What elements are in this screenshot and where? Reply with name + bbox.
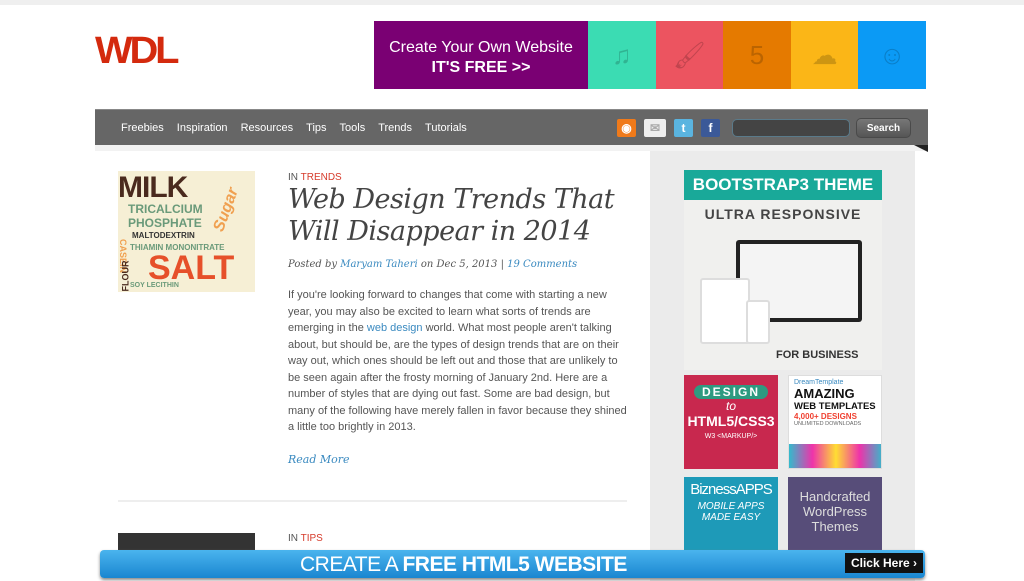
post-divider [118,500,627,502]
biznessapps-ad[interactable]: BiznessAPPS MOBILE APPS MADE EASY [684,477,778,550]
nav-trends[interactable]: Trends [378,122,412,134]
click-here-button[interactable]: Click Here › [845,553,923,573]
category-prefix: IN [288,172,298,183]
category-link[interactable]: TIPS [301,533,323,544]
ad-text: DESIGN [694,385,768,399]
ad-text: WEB TEMPLATES [794,401,876,412]
nav-tips[interactable]: Tips [306,122,326,134]
bottom-text-bold: FREE HTML5 WEBSITE [402,553,627,576]
banner-line2: IT'S FREE >> [431,59,531,76]
ad-text: 4,000+ DESIGNS [794,412,857,421]
cloud-icon: ☁ [790,21,859,89]
nav-tutorials[interactable]: Tutorials [425,122,467,134]
ad-text: to [725,399,736,413]
ad-text: W3 <MARKUP/> [704,433,758,440]
ad-text: MOBILE APPS [697,501,765,512]
read-more-link[interactable]: Read More [288,453,350,466]
bottom-banner-ad[interactable]: CREATE A FREE HTML5 WEBSITE Click Here › [100,550,925,578]
nav-fold [914,145,928,152]
bottom-text-light: CREATE A [300,553,403,576]
ad-subheader: ULTRA RESPONSIVE [704,206,862,222]
post-date: on Dec 5, 2013 | [420,259,504,270]
site-logo[interactable]: WDL [95,30,180,73]
ad-brand: DreamTemplate [794,379,844,386]
web-design-link[interactable]: web design [367,322,423,334]
bootstrap-theme-ad[interactable]: BOOTSTRAP3 THEME ULTRA RESPONSIVE FOR BU… [684,170,882,370]
thumb-word: MILK [118,171,188,204]
nav-inspiration[interactable]: Inspiration [177,122,228,134]
ad-footer: FOR BUSINESS [776,349,859,361]
html5-icon: 5 [723,21,791,89]
thumb-word: FLOUR [120,260,131,292]
top-strip [0,0,1024,5]
comments-link[interactable]: 19 Comments [507,259,577,270]
nav-freebies[interactable]: Freebies [121,122,164,134]
thumb-word: Sugar [210,185,242,235]
main-nav: Freebies Inspiration Resources Tips Tool… [95,109,928,145]
search-button[interactable]: Search [856,118,911,138]
header-banner-ad[interactable]: Create Your Own Website IT'S FREE >> ♫ 🖌… [374,21,926,89]
posted-by: Posted by [288,259,338,270]
design-to-html-ad[interactable]: DESIGN to HTML5/CSS3 W3 <MARKUP/> [684,375,778,469]
phone-image [746,300,770,344]
ad-header: BOOTSTRAP3 THEME [684,170,882,200]
thumb-word: MALTODEXTRIN [132,231,195,240]
ad-brand: BiznessAPPS [690,481,773,498]
dreamtemplate-ad[interactable]: DreamTemplate AMAZING WEB TEMPLATES 4,00… [788,375,882,469]
chevron-right-icon: › [909,556,918,570]
post-excerpt: If you're looking forward to changes tha… [288,287,628,436]
ad-text: HTML5/CSS3 [687,413,775,429]
search-input[interactable] [732,119,850,137]
twitter-icon[interactable]: t [674,119,693,137]
facebook-icon[interactable]: f [701,119,720,137]
email-icon[interactable]: ✉ [644,119,666,137]
paint-brush-icon: 🖌 [655,21,724,89]
banner-promo[interactable]: Create Your Own Website IT'S FREE >> [374,21,588,89]
thumb-word: TRICALCIUM [128,202,203,216]
category-prefix: IN [288,533,298,544]
bottom-banner-text: CREATE A FREE HTML5 WEBSITE [300,553,627,577]
thumb-word: SOY LECITHIN [130,282,179,289]
author-link[interactable]: Maryam Taheri [340,259,417,270]
post-title[interactable]: Web Design Trends That Will Disappear in… [288,184,628,248]
nav-tools[interactable]: Tools [340,122,366,134]
post-category: IN TRENDS [288,172,342,183]
ad-text: MADE EASY [701,512,761,523]
banner-line1: Create Your Own Website [389,39,573,56]
click-here-label: Click Here [850,556,910,570]
excerpt-text: world. What most people aren't talking a… [288,322,627,433]
nav-resources[interactable]: Resources [241,122,294,134]
thumb-word: PHOSPHATE [128,216,202,230]
post2-category: IN TIPS [288,533,323,544]
rss-icon[interactable]: ◉ [617,119,636,137]
ad-text: UNLIMITED DOWNLOADS [794,421,862,427]
ninja-icon: ☺ [858,21,926,89]
post-meta: Posted by Maryam Taheri on Dec 5, 2013 |… [288,259,577,270]
ad-text: AMAZING [794,386,855,401]
stars-graphic [789,444,881,468]
post-thumbnail[interactable]: MILK TRICALCIUM PHOSPHATE MALTODEXTRIN T… [118,171,255,292]
category-link[interactable]: TRENDS [301,172,342,183]
music-notes-icon: ♫ [588,21,656,89]
wordpress-themes-ad[interactable]: Handcrafted WordPress Themes [788,477,882,550]
tablet-image [700,278,750,344]
